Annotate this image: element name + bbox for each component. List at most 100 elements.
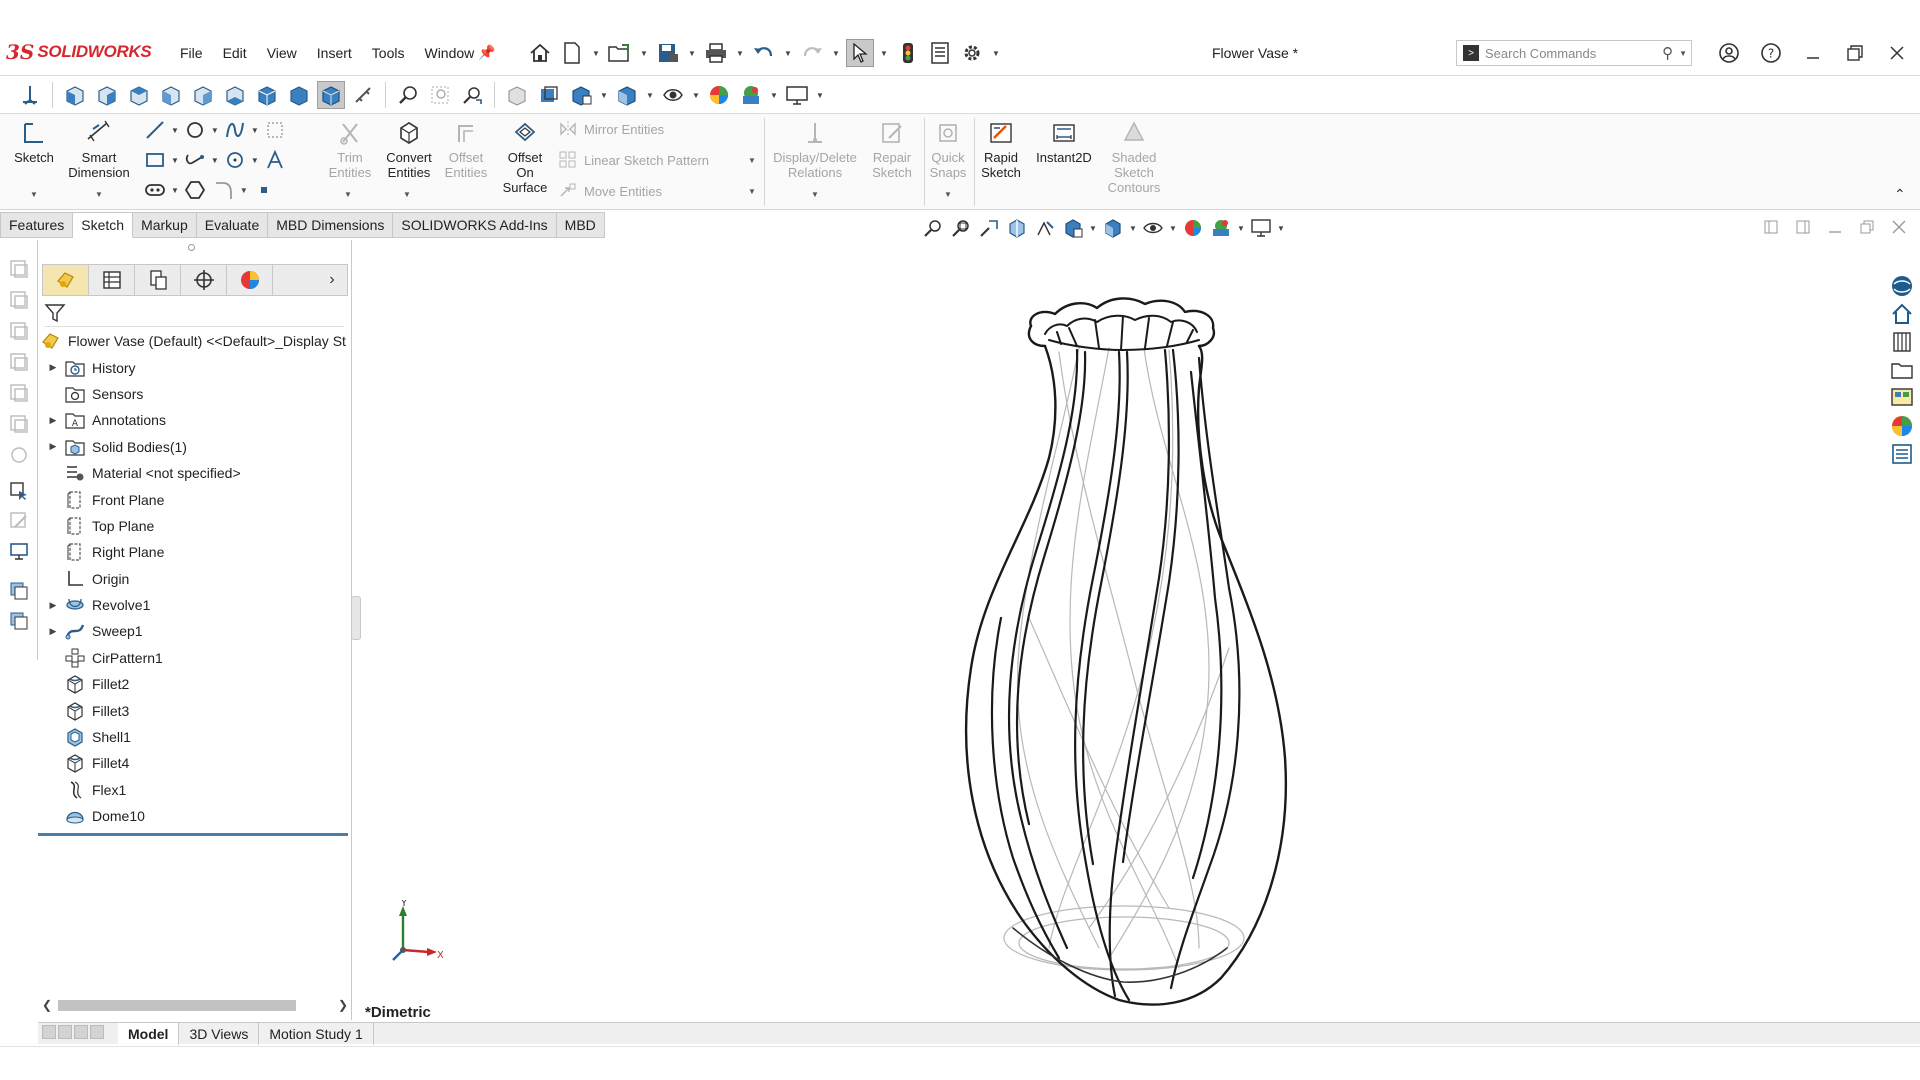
trim-dropdown-icon[interactable]: ▼ <box>344 190 352 199</box>
menu-window[interactable]: Window <box>414 45 484 61</box>
offset-entities-button[interactable]: Offset Entities <box>440 118 492 180</box>
redo-dropdown-icon[interactable]: ▼ <box>830 49 842 58</box>
hud-view-settings-icon[interactable] <box>1248 216 1274 240</box>
hide-show-dropdown-icon[interactable]: ▼ <box>691 91 701 100</box>
hud-section-view-icon[interactable] <box>1004 216 1030 240</box>
polygon-slot-dropdown-icon[interactable]: ▼ <box>171 186 179 195</box>
isometric-view-icon[interactable] <box>253 81 281 109</box>
sidebar-tool-4-icon[interactable] <box>8 351 30 373</box>
smart-dimension-dropdown-icon[interactable]: ▼ <box>95 190 103 199</box>
offset-on-surface-button[interactable]: Offset On Surface <box>494 118 556 195</box>
dynamic-annotation-icon[interactable] <box>535 81 563 109</box>
construction-geometry-icon[interactable] <box>262 118 288 142</box>
menu-insert[interactable]: Insert <box>307 45 362 61</box>
polygon-slot-icon[interactable] <box>142 178 168 202</box>
tab-mbd[interactable]: MBD <box>556 212 605 238</box>
tab-model[interactable]: Model <box>118 1022 180 1045</box>
tree-item[interactable]: Front Plane <box>38 486 352 512</box>
sidebar-layer-2-icon[interactable] <box>8 610 30 632</box>
solidworks-logo[interactable]: 3S SOLIDWORKS <box>6 38 152 66</box>
slot-icon[interactable] <box>182 148 208 172</box>
tree-root-part[interactable]: Flower Vase (Default) <<Default>_Display… <box>38 328 352 354</box>
filter-icon[interactable] <box>44 302 66 324</box>
menu-view[interactable]: View <box>257 45 307 61</box>
sketch-fillet-icon[interactable] <box>211 178 237 202</box>
expand-arrow-icon[interactable]: ▶ <box>46 441 60 452</box>
viewport-minimize-icon[interactable] <box>1826 218 1844 236</box>
tree-item[interactable]: ▶ History <box>38 354 352 380</box>
view-palette-icon[interactable] <box>1887 384 1917 412</box>
bottom-view-icon[interactable] <box>221 81 249 109</box>
expand-arrow-icon[interactable]: ▶ <box>46 600 60 611</box>
file-explorer-icon[interactable] <box>1887 356 1917 384</box>
mirror-entities-button[interactable]: Mirror Entities <box>558 120 664 138</box>
tab-mbd-dimensions[interactable]: MBD Dimensions <box>268 212 394 238</box>
tab-motion-study-1[interactable]: Motion Study 1 <box>259 1022 374 1045</box>
file-properties-icon[interactable] <box>926 39 954 67</box>
print-icon[interactable] <box>702 39 730 67</box>
hud-display-style-icon[interactable] <box>1100 216 1126 240</box>
viewport-tile-right-icon[interactable] <box>1794 218 1812 236</box>
custom-properties-icon[interactable] <box>1887 440 1917 468</box>
move-entities-button[interactable]: Move Entities <box>558 182 662 200</box>
arc-icon[interactable] <box>222 148 248 172</box>
scroll-right-icon[interactable]: ❯ <box>334 998 352 1012</box>
linear-pattern-dropdown-icon[interactable]: ▼ <box>748 156 756 165</box>
view-settings-icon[interactable] <box>783 81 811 109</box>
apply-scene-dropdown-icon[interactable]: ▼ <box>769 91 779 100</box>
zoom-to-area-icon[interactable] <box>426 81 454 109</box>
options-gear-icon[interactable] <box>958 39 986 67</box>
panel-grip-icon[interactable] <box>188 244 195 251</box>
display-style-dropdown-icon[interactable]: ▼ <box>645 91 655 100</box>
sidebar-tool-6-icon[interactable] <box>8 413 30 435</box>
relations-dropdown-icon[interactable]: ▼ <box>811 190 819 199</box>
sidebar-tool-7-icon[interactable] <box>8 444 30 466</box>
sidebar-tool-3-icon[interactable] <box>8 320 30 342</box>
hud-edit-appearance-icon[interactable] <box>1180 216 1206 240</box>
dimetric-view-icon[interactable] <box>317 81 345 109</box>
options-dropdown-icon[interactable]: ▼ <box>990 49 1002 58</box>
design-library-home-icon[interactable] <box>1887 300 1917 328</box>
hud-view-orientation-dropdown-icon[interactable]: ▼ <box>1088 224 1098 233</box>
vase-model[interactable] <box>909 288 1329 1038</box>
hud-hide-show-dropdown-icon[interactable]: ▼ <box>1168 224 1178 233</box>
convert-entities-button[interactable]: Convert Entities <box>380 118 438 180</box>
sketch-button[interactable]: Sketch <box>10 118 58 165</box>
home-icon[interactable] <box>526 39 554 67</box>
section-view-icon[interactable] <box>503 81 531 109</box>
tree-item[interactable]: Shell1 <box>38 724 352 750</box>
hud-apply-scene-icon[interactable] <box>1208 216 1234 240</box>
sidebar-select-icon[interactable] <box>8 480 30 502</box>
smart-dimension-button[interactable]: Smart Dimension <box>62 118 136 180</box>
menu-tools[interactable]: Tools <box>362 45 415 61</box>
hud-apply-scene-dropdown-icon[interactable]: ▼ <box>1236 224 1246 233</box>
previous-tab-icon[interactable] <box>58 1024 72 1039</box>
hud-zoom-to-fit-icon[interactable] <box>920 216 946 240</box>
hud-hide-show-icon[interactable] <box>1140 216 1166 240</box>
design-library-icon[interactable] <box>1887 328 1917 356</box>
menu-edit[interactable]: Edit <box>213 45 257 61</box>
hud-previous-view-icon[interactable] <box>976 216 1002 240</box>
tree-item[interactable]: Sensors <box>38 381 352 407</box>
rebuild-icon[interactable] <box>894 39 922 67</box>
circle-dropdown-icon[interactable]: ▼ <box>211 126 219 135</box>
back-view-icon[interactable] <box>93 81 121 109</box>
line-dropdown-icon[interactable]: ▼ <box>171 126 179 135</box>
open-dropdown-icon[interactable]: ▼ <box>638 49 650 58</box>
feature-tree-horizontal-scrollbar[interactable]: ❮ ❯ <box>38 996 352 1014</box>
edit-appearance-icon[interactable] <box>705 81 733 109</box>
search-dropdown-icon[interactable]: ▼ <box>1679 49 1687 58</box>
viewport-tile-left-icon[interactable] <box>1762 218 1780 236</box>
scroll-thumb[interactable] <box>58 1000 296 1011</box>
rapid-sketch-button[interactable]: Rapid Sketch <box>976 118 1026 180</box>
search-commands[interactable]: > Search Commands ⚲ ▼ <box>1456 40 1692 66</box>
trimetric-view-icon[interactable] <box>285 81 313 109</box>
sidebar-layer-1-icon[interactable] <box>8 580 30 602</box>
print-dropdown-icon[interactable]: ▼ <box>734 49 746 58</box>
repair-sketch-button[interactable]: Repair Sketch <box>864 118 920 180</box>
tree-item[interactable]: CirPattern1 <box>38 645 352 671</box>
new-document-icon[interactable] <box>558 39 586 67</box>
tree-item[interactable]: Dome10 <box>38 803 352 829</box>
pin-menu-icon[interactable]: 📌 <box>478 44 495 61</box>
sidebar-tool-5-icon[interactable] <box>8 382 30 404</box>
